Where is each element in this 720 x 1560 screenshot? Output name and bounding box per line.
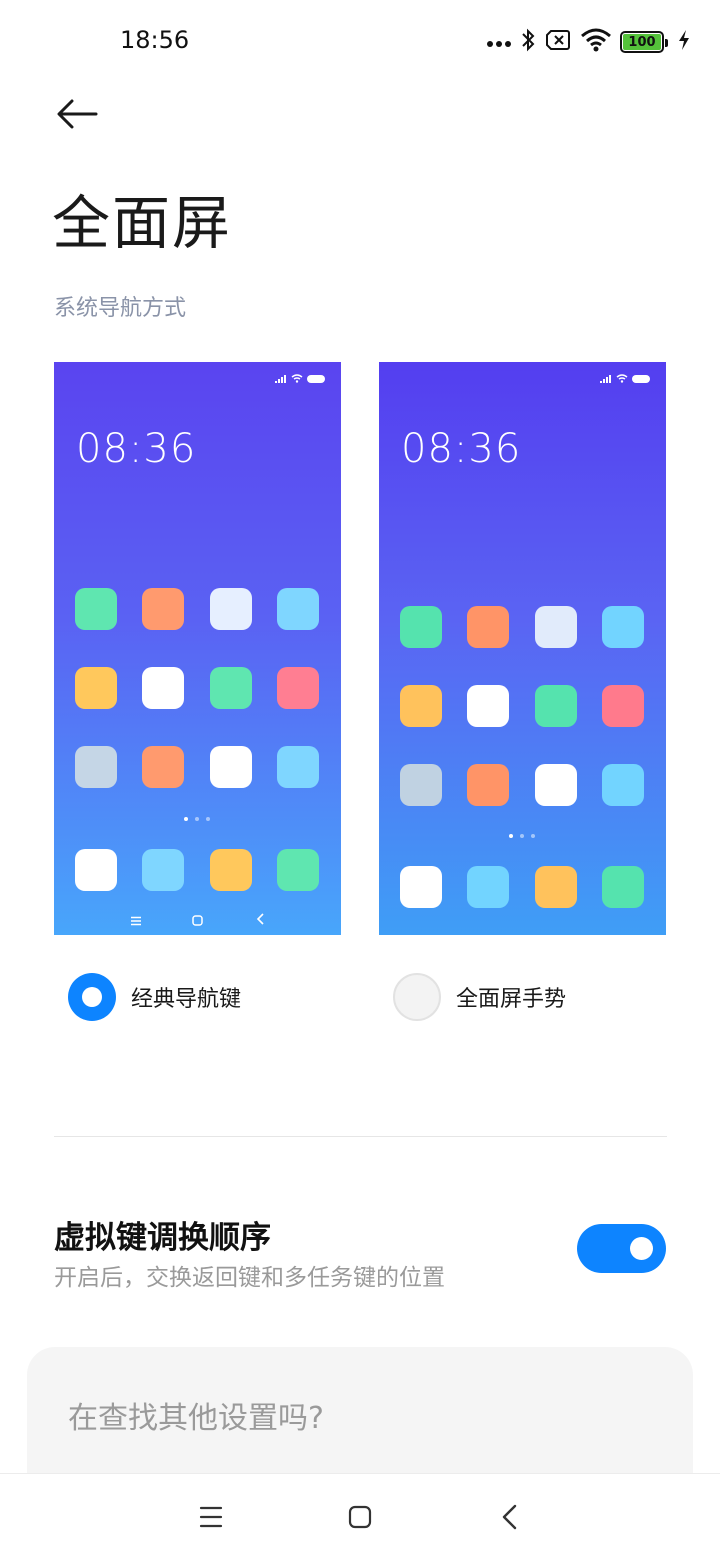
dock-icon [210,849,252,891]
page-indicator-dot [509,834,513,838]
app-icon [400,685,442,727]
option-label-classic: 经典导航键 [131,987,242,1012]
back-button[interactable] [52,92,104,136]
app-icon [277,746,319,788]
page-indicator-dot [184,817,188,821]
app-icon [400,764,442,806]
preview-time: 08:36 [401,426,522,472]
screen: 18:56 100 全面屏 系统导航方式 08:36 08:36 经典导航键 全… [0,0,720,1560]
preview-classic-navigation[interactable]: 08:36 [54,362,341,935]
app-icon [467,764,509,806]
app-icon [75,588,117,630]
radio-unselected-icon[interactable] [393,973,441,1021]
app-icon [602,764,644,806]
home-button[interactable] [346,1500,386,1534]
menu-button[interactable] [198,1500,238,1534]
wifi-icon [580,27,612,57]
back-icon [498,1504,520,1538]
battery-level: 100 [623,34,661,50]
preview-gesture-navigation[interactable]: 08:36 [379,362,666,935]
setting-title: 虚拟键调换顺序 [54,1220,271,1256]
preview-back-icon [256,910,264,929]
preview-time: 08:36 [76,426,197,472]
app-icon [142,746,184,788]
app-icon [602,685,644,727]
app-icon [210,746,252,788]
search-card-text: 在查找其他设置吗? [68,1401,324,1436]
preview-menu-icon [131,911,141,930]
option-gesture-navigation[interactable]: 全面屏手势 [393,973,566,1021]
app-icon [535,764,577,806]
dock-icon [277,849,319,891]
toggle-knob [630,1237,653,1260]
app-icon [535,685,577,727]
app-icon [210,667,252,709]
back-arrow-icon [52,99,104,140]
app-icon [467,685,509,727]
page-indicator-dot [531,834,535,838]
app-icon [75,746,117,788]
divider [54,1136,667,1137]
app-icon [535,606,577,648]
app-icon [142,667,184,709]
status-time: 18:56 [120,26,190,54]
dock-icon [400,866,442,908]
option-label-gesture: 全面屏手势 [456,987,567,1012]
bluetooth-icon [520,27,536,57]
swap-keys-toggle[interactable] [577,1224,666,1273]
app-icon [210,588,252,630]
radio-selected-icon[interactable] [68,973,116,1021]
page-indicator-dot [206,817,210,821]
dock-icon [602,866,644,908]
more-dots-icon [486,33,512,52]
option-classic-navigation[interactable]: 经典导航键 [68,973,241,1021]
battery-icon: 100 [620,31,668,53]
menu-icon [198,1506,224,1538]
section-label: 系统导航方式 [54,296,187,321]
dock-icon [535,866,577,908]
page-indicator-dot [195,817,199,821]
back-nav-button[interactable] [498,1500,538,1534]
sim-none-icon [544,28,572,56]
app-icon [277,667,319,709]
radio-dot [82,987,102,1007]
app-icon [75,667,117,709]
app-icon [602,606,644,648]
dock-icon [75,849,117,891]
status-icons: 100 [486,26,690,58]
charging-icon [678,29,690,55]
app-icon [277,588,319,630]
preview-status-icons [600,374,650,383]
preview-status-icons [275,374,325,383]
status-bar: 18:56 100 [0,0,720,84]
dock-icon [142,849,184,891]
app-icon [467,606,509,648]
home-icon [346,1505,374,1538]
app-icon [142,588,184,630]
preview-home-icon [192,911,203,930]
dock-icon [467,866,509,908]
page-indicator-dot [520,834,524,838]
app-icon [400,606,442,648]
setting-description: 开启后，交换返回键和多任务键的位置 [54,1265,445,1291]
page-title: 全面屏 [52,189,233,257]
system-navigation-bar [0,1473,720,1560]
